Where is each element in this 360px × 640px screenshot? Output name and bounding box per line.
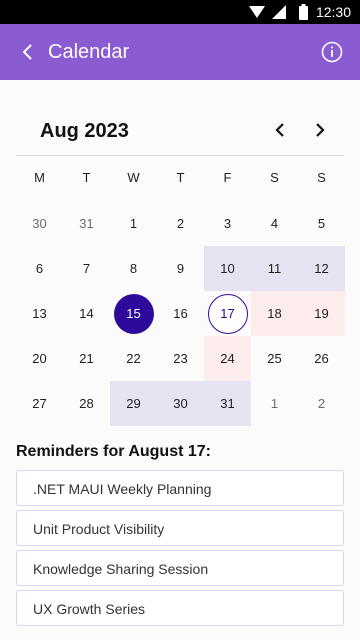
calendar-day-number: 22 xyxy=(126,351,141,366)
calendar-day[interactable]: 31 xyxy=(204,381,251,426)
calendar-day-number: 30 xyxy=(173,396,188,411)
calendar-day[interactable]: 16 xyxy=(157,291,204,336)
info-icon[interactable] xyxy=(320,40,344,64)
calendar-day[interactable]: 3 xyxy=(204,201,251,246)
calendar-day-number: 16 xyxy=(173,306,188,321)
next-month-button[interactable] xyxy=(310,120,330,140)
reminder-item[interactable]: .NET MAUI Weekly Planning xyxy=(16,470,344,506)
calendar-day-number: 4 xyxy=(270,216,279,231)
calendar-day-today[interactable]: 15 xyxy=(110,291,157,336)
reminders-title: Reminders for August 17: xyxy=(16,443,211,460)
calendar-day-number: 10 xyxy=(220,261,235,276)
calendar-day[interactable]: 23 xyxy=(157,336,204,381)
calendar-day-number: 11 xyxy=(267,261,282,276)
reminder-label: .NET MAUI Weekly Planning xyxy=(33,481,212,497)
calendar-day-number: 7 xyxy=(82,261,91,276)
app-bar: Calendar xyxy=(0,24,360,80)
calendar-day[interactable]: 14 xyxy=(63,291,110,336)
signal-icon xyxy=(272,5,286,19)
reminder-item[interactable]: Unit Product Visibility xyxy=(16,510,344,546)
status-bar: 12:30 xyxy=(0,0,360,24)
calendar-day-number: 20 xyxy=(32,351,47,366)
calendar-day-number: 23 xyxy=(173,351,188,366)
calendar-day[interactable]: 25 xyxy=(251,336,298,381)
calendar-day-number: 31 xyxy=(220,396,235,411)
status-time: 12:30 xyxy=(315,4,351,20)
calendar-day-number: 3 xyxy=(223,216,232,231)
calendar-day-number: 24 xyxy=(220,351,235,366)
calendar-day[interactable]: 8 xyxy=(110,246,157,291)
calendar-day-number: 21 xyxy=(79,351,94,366)
calendar-day[interactable]: 5 xyxy=(298,201,345,246)
calendar-day-number: 27 xyxy=(32,396,47,411)
calendar-day[interactable]: 24 xyxy=(204,336,251,381)
calendar-day[interactable]: 2 xyxy=(298,381,345,426)
calendar-day-number: 26 xyxy=(314,351,329,366)
calendar-day-number: 9 xyxy=(176,261,185,276)
reminder-item[interactable]: UX Growth Series xyxy=(16,590,344,626)
calendar-day[interactable]: 2 xyxy=(157,201,204,246)
calendar-day-number: 13 xyxy=(32,306,47,321)
calendar-day[interactable]: 27 xyxy=(16,381,63,426)
calendar-day-number: 1 xyxy=(129,216,138,231)
calendar-day-number: 2 xyxy=(176,216,185,231)
calendar-day[interactable]: 13 xyxy=(16,291,63,336)
weekday-label: T xyxy=(82,170,91,185)
calendar-day[interactable]: 29 xyxy=(110,381,157,426)
calendar-day-number: 1 xyxy=(270,396,279,411)
weekday-label: W xyxy=(127,170,140,185)
calendar-day[interactable]: 11 xyxy=(251,246,298,291)
calendar-day[interactable]: 30 xyxy=(157,381,204,426)
page-title: Calendar xyxy=(48,41,130,63)
calendar-day-number: 30 xyxy=(32,216,47,231)
calendar-day-number: 19 xyxy=(314,306,329,321)
calendar-day-selected[interactable]: 17 xyxy=(204,291,251,336)
calendar-day-number: 8 xyxy=(129,261,138,276)
calendar-day-number: 6 xyxy=(35,261,44,276)
weekday-label: T xyxy=(176,170,185,185)
calendar-day-number: 25 xyxy=(267,351,282,366)
calendar-day-number: 12 xyxy=(314,261,329,276)
calendar-day[interactable]: 9 xyxy=(157,246,204,291)
calendar-day[interactable]: 1 xyxy=(251,381,298,426)
calendar-day[interactable]: 19 xyxy=(298,291,345,336)
reminder-label: UX Growth Series xyxy=(33,601,146,617)
weekday-label: S xyxy=(317,170,326,185)
calendar-day-number: 28 xyxy=(79,396,94,411)
back-arrow-icon[interactable] xyxy=(16,40,40,64)
calendar-day[interactable]: 18 xyxy=(251,291,298,336)
calendar-day-number: 15 xyxy=(113,293,154,334)
calendar-day[interactable]: 12 xyxy=(298,246,345,291)
month-divider xyxy=(16,155,344,156)
calendar-day[interactable]: 31 xyxy=(63,201,110,246)
calendar-day[interactable]: 20 xyxy=(16,336,63,381)
reminder-label: Knowledge Sharing Session xyxy=(33,561,209,577)
calendar-day[interactable]: 10 xyxy=(204,246,251,291)
calendar-day[interactable]: 4 xyxy=(251,201,298,246)
calendar-day-number: 14 xyxy=(79,306,94,321)
calendar-day-number: 29 xyxy=(126,396,141,411)
calendar-day[interactable]: 26 xyxy=(298,336,345,381)
previous-month-button[interactable] xyxy=(270,120,290,140)
calendar-day[interactable]: 28 xyxy=(63,381,110,426)
weekday-label: F xyxy=(223,170,232,185)
calendar-day[interactable]: 6 xyxy=(16,246,63,291)
calendar-day[interactable]: 30 xyxy=(16,201,63,246)
weekday-label: S xyxy=(270,170,279,185)
battery-icon xyxy=(299,4,308,20)
reminder-item[interactable]: Knowledge Sharing Session xyxy=(16,550,344,586)
calendar-day-number: 18 xyxy=(267,306,282,321)
weekday-label: M xyxy=(34,170,45,185)
calendar-day[interactable]: 7 xyxy=(63,246,110,291)
month-label: Aug 2023 xyxy=(40,120,129,142)
calendar-day[interactable]: 1 xyxy=(110,201,157,246)
wifi-icon xyxy=(249,6,265,18)
calendar-day-number: 2 xyxy=(317,396,326,411)
calendar-day-number: 17 xyxy=(207,293,248,334)
reminder-label: Unit Product Visibility xyxy=(33,521,165,537)
calendar-day[interactable]: 21 xyxy=(63,336,110,381)
calendar-day-number: 31 xyxy=(79,216,94,231)
calendar-day-number: 5 xyxy=(317,216,326,231)
calendar-day[interactable]: 22 xyxy=(110,336,157,381)
